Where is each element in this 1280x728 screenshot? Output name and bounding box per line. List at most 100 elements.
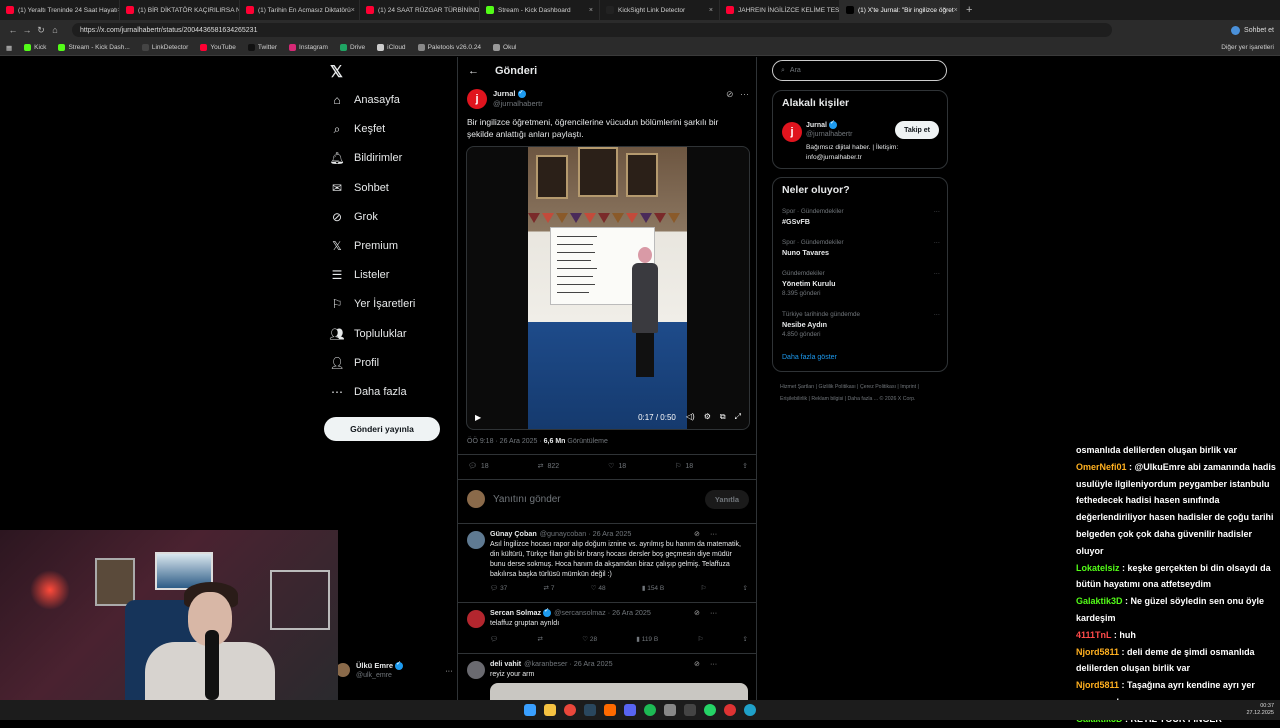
share-icon[interactable]: ⇪ (743, 584, 748, 592)
nav-item-premium[interactable]: 𝕏 Premium (330, 239, 398, 253)
bookmark-icon[interactable]: ⚐ (700, 584, 706, 592)
browser-tab[interactable]: (1) Yeraltı Treninde 24 Saat Hayatı× (0, 0, 120, 20)
close-icon[interactable]: × (351, 7, 355, 14)
bookmark-item[interactable]: iCloud (377, 44, 406, 51)
more-icon[interactable]: ··· (934, 239, 940, 246)
related-handle[interactable]: @jurnalhabertr (806, 131, 852, 138)
trend-item[interactable]: Spor · Gündemdekiler Nuno Tavares ··· (782, 239, 940, 257)
avatar[interactable] (467, 531, 485, 549)
author-name[interactable]: Jurnal (493, 89, 516, 98)
share-icon[interactable]: ⇪ (743, 635, 748, 643)
steam-icon[interactable] (584, 704, 596, 716)
reply-action[interactable]: 💬︎ 37 (490, 584, 507, 592)
back-icon[interactable]: ← (6, 25, 20, 35)
trend-item[interactable]: Spor · Gündemdekiler #GSvFB ··· (782, 208, 940, 226)
more-icon[interactable]: ··· (710, 608, 717, 617)
repost-action[interactable]: ⇄ (538, 635, 543, 643)
close-icon[interactable]: × (954, 7, 958, 14)
reply-tweet[interactable]: deli vahit @karanbeser · 26 Ara 2025 ⊘ ··· r… (458, 653, 756, 700)
whatsapp-icon[interactable] (704, 704, 716, 716)
more-icon[interactable]: ··· (934, 311, 940, 318)
chat-username[interactable]: 4111TnL (1076, 630, 1111, 640)
browser-tab[interactable]: (1) Tarihin En Acmasız Diktatörü × (240, 0, 360, 20)
share-action[interactable]: ⇪ (742, 462, 748, 470)
nav-item-grok[interactable]: ⊘ Grok (330, 210, 378, 224)
post-timestamp[interactable]: ÖÖ 9:18 · 26 Ara 2025 · (467, 438, 544, 445)
avatar[interactable] (467, 610, 485, 628)
views-action[interactable]: ▮ 154 B (642, 584, 664, 592)
volume-icon[interactable]: ◁) (686, 412, 695, 422)
author-avatar[interactable]: j (467, 89, 487, 109)
grok-icon[interactable]: ⊘ (726, 89, 734, 100)
chat-username[interactable]: Lokatelsiz (1076, 563, 1120, 573)
trend-item[interactable]: Türkiye tarihinde gündemde Nesibe Aydın 4.… (782, 311, 940, 338)
bookmark-item[interactable]: LinkDetector (141, 44, 188, 51)
reply-action[interactable]: 💬︎ 18 (468, 462, 489, 471)
bookmark-item[interactable]: Kick (24, 44, 46, 51)
show-more-link[interactable]: Daha fazla göster (782, 354, 837, 361)
browser-tab[interactable]: (1) X'te Jurnal: "Bir ingilizce öğret × (840, 0, 960, 20)
nav-item-yer-i-aretleri[interactable]: ⚐ Yer İşaretleri (330, 297, 416, 311)
spotify-icon[interactable] (644, 704, 656, 716)
reply-author[interactable]: deli vahit (490, 659, 521, 668)
apps-icon[interactable]: ▦ (6, 44, 12, 52)
grok-icon[interactable]: ⊘ (694, 608, 700, 617)
reply-tweet[interactable]: Günay Çoban @gunaycoban · 26 Ara 2025 ⊘ ···… (458, 523, 756, 602)
back-arrow-icon[interactable]: ← (468, 65, 479, 77)
bookmark-item[interactable]: Paletools v26.0.24 (417, 44, 481, 51)
settings-icon[interactable]: ⚙ (704, 412, 711, 422)
bookmark-item[interactable]: Drive (339, 44, 365, 51)
windows-start-icon[interactable] (524, 704, 536, 716)
video-player[interactable]: ▶ 0:17 / 0:50 ◁) ⚙ ⧉ ⤢ (466, 146, 750, 430)
app-icon[interactable] (664, 704, 676, 716)
nav-item-topluluklar[interactable]: 👥︎ Topluluklar (329, 327, 406, 341)
related-avatar[interactable]: j (782, 122, 802, 142)
browser-tab[interactable]: Stream - Kick Dashboard × (480, 0, 600, 20)
more-icon[interactable]: ··· (934, 208, 940, 215)
reply-handle[interactable]: @karanbeser · 26 Ara 2025 (524, 659, 612, 668)
follow-button[interactable]: Takip et (895, 121, 939, 139)
pip-icon[interactable]: ⧉ (720, 412, 726, 422)
forward-icon[interactable]: → (20, 25, 34, 35)
browser-tab[interactable]: JAHREIN İNGİLİZCE KELİME TESTİ× (720, 0, 840, 20)
edge-icon[interactable] (744, 704, 756, 716)
x-logo-icon[interactable]: 𝕏 (330, 62, 343, 82)
reply-input[interactable]: Yanıtını gönder (493, 494, 697, 505)
heart-action[interactable]: ♡ 48 (591, 584, 606, 592)
reply-handle[interactable]: @gunaycoban · 26 Ara 2025 (540, 529, 632, 538)
discord-icon[interactable] (624, 704, 636, 716)
chat-username[interactable]: Njord5811 (1076, 647, 1119, 657)
reply-author[interactable]: Sercan Solmaz (490, 608, 541, 617)
nav-item-listeler[interactable]: ☰ Listeler (330, 268, 390, 282)
bookmark-item[interactable]: Twitter (247, 44, 277, 51)
chat-username[interactable]: OmerNefi01 (1076, 462, 1127, 472)
bookmark-item[interactable]: YouTube (200, 44, 236, 51)
browser-tab[interactable]: (1) BİR DİKTATÖR KAÇIRILIRSA NE× (120, 0, 240, 20)
reload-icon[interactable]: ↻ (34, 25, 48, 36)
nav-item-bildirimler[interactable]: 🔔︎ Bildirimler (329, 151, 402, 165)
profile-button[interactable]: Sohbet et (1231, 25, 1274, 35)
grok-icon[interactable]: ⊘ (694, 529, 700, 538)
more-icon[interactable]: ··· (710, 529, 717, 538)
nav-item-sohbet[interactable]: ✉ Sohbet (330, 181, 389, 195)
repost-action[interactable]: ⇄ 7 (544, 584, 555, 592)
reply-submit-button[interactable]: Yanıtla (704, 489, 749, 509)
grok-icon[interactable]: ⊘ (694, 659, 700, 668)
bookmark-item[interactable]: Okul (493, 44, 516, 51)
home-icon[interactable]: ⌂ (48, 25, 62, 35)
more-icon[interactable]: ··· (934, 270, 940, 277)
repost-action[interactable]: ⇄ 822 (538, 462, 560, 471)
other-bookmarks[interactable]: Diğer yer işaretleri (1221, 44, 1274, 51)
browser-tab[interactable]: (1) 24 SAAT RÜZGAR TÜRBİNİNDE× (360, 0, 480, 20)
more-icon[interactable]: ··· (445, 666, 453, 675)
chat-username[interactable]: Njord5811 (1076, 680, 1119, 690)
reply-tweet[interactable]: Sercan Solmaz @sercansolmaz · 26 Ara 2025… (458, 602, 756, 653)
bookmark-item[interactable]: Stream - Kick Dash... (58, 44, 130, 51)
footer-links[interactable]: Hizmet Şartları | Gizlilik Politikası | … (780, 381, 940, 405)
account-switcher[interactable]: Ülkü Emre @ulk_emre ··· (336, 660, 453, 679)
bookmark-action[interactable]: ⚐ 18 (675, 462, 693, 471)
close-icon[interactable]: × (589, 7, 593, 14)
file-explorer-icon[interactable] (544, 704, 556, 716)
chrome-icon[interactable] (724, 704, 736, 716)
app-icon[interactable] (604, 704, 616, 716)
